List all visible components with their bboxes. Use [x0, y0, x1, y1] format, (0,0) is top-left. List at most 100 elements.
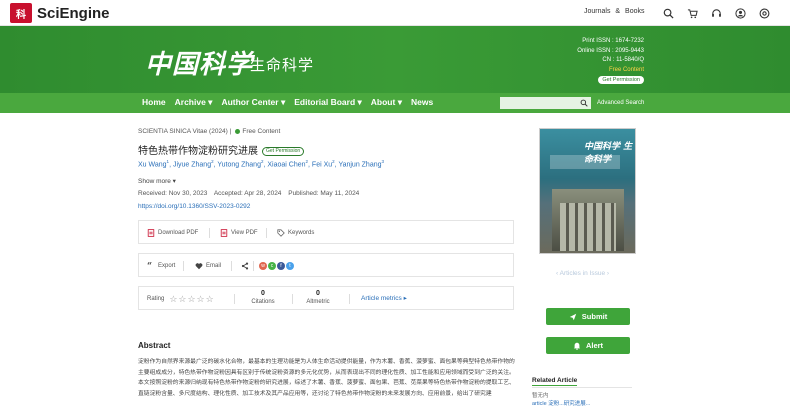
abstract-text: 淀粉作为自然界来源最广泛的碳水化合物，最基本的生理功能是为人体生命活动提供能量，… — [138, 359, 515, 397]
view-pdf-button[interactable]: View PDF — [220, 221, 258, 245]
articles-in-issue-nav[interactable]: ‹ Articles in Issue › — [556, 270, 609, 277]
journal-banner: 中国科学 生命科学 Print ISSN : 1674-7232 Online … — [0, 26, 790, 93]
print-issn: Print ISSN : 1674-7232 — [582, 38, 644, 44]
article-metrics-link[interactable]: Article metrics ▸ — [361, 294, 407, 302]
author-link[interactable]: Yutong Zhang — [217, 161, 261, 168]
nav-archive[interactable]: Archive ▾ — [175, 97, 213, 108]
twitter-icon[interactable]: t — [286, 262, 294, 270]
article-title-text: 特色热带作物淀粉研究进展 — [138, 146, 258, 157]
free-content-tag: Free Content — [242, 128, 281, 135]
related-link[interactable]: article 淀粉...研究进展... — [532, 399, 590, 407]
author-affiliation: 3 — [381, 159, 385, 164]
alert-button[interactable]: Alert — [546, 337, 630, 354]
journals-link[interactable]: Journals — [584, 8, 610, 15]
divider — [253, 261, 254, 271]
search-icon[interactable] — [661, 6, 675, 20]
author-link[interactable]: Xu Wang — [138, 161, 167, 168]
main-nav: Home Archive ▾ Author Center ▾ Editorial… — [0, 93, 790, 113]
nav-search-icon[interactable] — [576, 97, 591, 109]
author-list: Xu Wang1, Jiyue Zhang2, Yutong Zhang2, X… — [138, 159, 385, 169]
sciengine-logo[interactable]: 科 SciEngine — [10, 3, 110, 23]
accepted-date: Accepted: Apr 28, 2024 — [213, 190, 282, 197]
altmetric-label: Altmetric — [306, 299, 330, 305]
free-dot-icon — [235, 128, 241, 134]
abstract-heading: Abstract — [138, 341, 171, 350]
citations-label: Citations — [251, 299, 275, 305]
share-button[interactable] — [241, 254, 252, 278]
author-affiliation: 1 — [166, 159, 170, 164]
top-bar: 科 SciEngine Journals & Books — [0, 0, 790, 26]
cart-icon[interactable] — [685, 6, 699, 20]
pdf-icon — [147, 229, 155, 237]
issn-info: Print ISSN : 1674-7232 Online ISSN : 209… — [577, 37, 644, 86]
journal-name: SCIENTIA SINICA Vitae (2024) | — [138, 128, 232, 135]
related-article-heading: Related Article — [532, 377, 578, 386]
altmetric-count: 0 — [316, 290, 320, 297]
banner-title: 中国科学 — [145, 50, 254, 80]
headset-icon[interactable] — [709, 6, 723, 20]
pdf-actions-bar: Download PDF View PDF Keywords — [138, 220, 514, 244]
bell-icon — [573, 342, 581, 350]
divider — [292, 294, 293, 304]
quote-icon: “ — [147, 262, 152, 270]
author-link[interactable]: Fei Xu — [312, 161, 332, 168]
get-permission-button[interactable]: Get Permission — [262, 146, 305, 156]
download-pdf-button[interactable]: Download PDF — [147, 221, 198, 245]
cover-building-picture — [552, 189, 624, 251]
altmetric-metric: 0 Altmetric — [301, 290, 335, 306]
weibo-icon[interactable]: w — [259, 262, 267, 270]
email-label: Email — [206, 263, 222, 269]
related-item: 暂无内 — [532, 393, 549, 399]
nav-author-center[interactable]: Author Center ▾ — [221, 97, 285, 108]
author-link[interactable]: Yanjun Zhang — [338, 161, 381, 168]
published-date: Published: May 11, 2024 — [288, 190, 360, 197]
banner-get-permission-button[interactable]: Get Permission — [598, 76, 644, 84]
cover-title: 中国科学 生命科学 — [584, 142, 633, 165]
online-issn: Online ISSN : 2095-9443 — [577, 47, 644, 54]
export-button[interactable]: “ Export — [147, 254, 175, 278]
journal-meta: SCIENTIA SINICA Vitae (2024) | Free Conte… — [138, 128, 280, 135]
divider — [266, 228, 267, 238]
author-link[interactable]: Jiyue Zhang — [173, 161, 211, 168]
facebook-icon[interactable]: f — [277, 262, 285, 270]
author-link[interactable]: Xiaoai Chen — [267, 161, 305, 168]
user-icon[interactable] — [733, 6, 747, 20]
cn-number: CN : 11-5840/Q — [602, 57, 644, 63]
article-dates: Received: Nov 30, 2023 Accepted: Apr 28,… — [138, 190, 364, 197]
email-button[interactable]: Email — [195, 254, 221, 278]
wechat-icon[interactable]: c — [268, 262, 276, 270]
article-title: 特色热带作物淀粉研究进展 Get Permission — [138, 142, 305, 157]
books-link[interactable]: Books — [625, 8, 644, 15]
logo-mark: 科 — [10, 3, 32, 23]
rating-widget: Rating ☆☆☆☆☆ — [147, 287, 215, 311]
heart-icon — [195, 263, 203, 270]
advanced-search-link[interactable]: Advanced Search — [597, 100, 644, 106]
social-share-group: w c f t — [259, 254, 295, 278]
send-icon — [569, 313, 576, 320]
view-pdf-label: View PDF — [231, 230, 258, 236]
rating-stars[interactable]: ☆☆☆☆☆ — [169, 294, 214, 305]
related-divider — [532, 387, 632, 388]
keywords-button[interactable]: Keywords — [277, 221, 314, 245]
divider — [209, 228, 210, 238]
divider — [231, 261, 232, 271]
nav-about[interactable]: About ▾ — [371, 97, 402, 108]
submit-button[interactable]: Submit — [546, 308, 630, 325]
rating-label: Rating — [147, 296, 165, 302]
citations-count: 0 — [261, 290, 265, 297]
nav-home[interactable]: Home — [142, 97, 166, 108]
author-affiliation: 2 — [332, 159, 335, 164]
submit-label: Submit — [581, 312, 608, 321]
logo-text: SciEngine — [37, 4, 110, 22]
alert-label: Alert — [585, 341, 604, 350]
doi-link[interactable]: https://doi.org/10.1360/SSV-2023-0292 — [138, 203, 250, 210]
svg-text:“: “ — [147, 262, 152, 270]
author-affiliation: 2 — [260, 159, 264, 164]
journal-cover-image[interactable]: 中国科学 生命科学 — [539, 128, 636, 254]
nav-news[interactable]: News — [411, 97, 433, 108]
citations-metric: 0 Citations — [247, 290, 279, 306]
nav-editorial-board[interactable]: Editorial Board ▾ — [294, 97, 362, 108]
settings-icon[interactable] — [757, 6, 771, 20]
show-more-button[interactable]: Show more ▾ — [138, 177, 176, 185]
metrics-bar: Rating ☆☆☆☆☆ 0 Citations 0 Altmetric Art… — [138, 286, 514, 310]
